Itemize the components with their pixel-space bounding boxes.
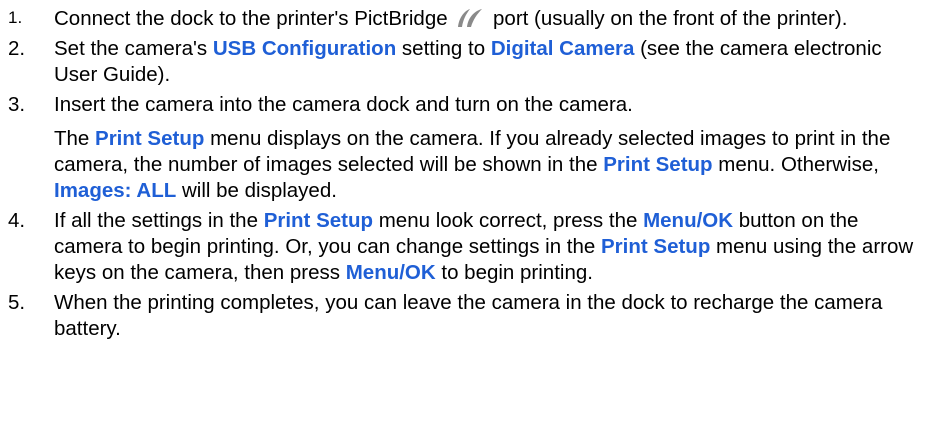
step-2: 2. Set the camera's USB Configuration se…	[8, 36, 915, 88]
step-text-part: setting to	[396, 37, 491, 60]
step-number: 5.	[8, 291, 26, 314]
step-text: If all the settings in the Print Setup m…	[54, 208, 915, 286]
step-text: Insert the camera into the camera dock a…	[54, 92, 915, 204]
print-setup-term: Print Setup	[603, 153, 713, 176]
print-setup-term: Print Setup	[95, 127, 205, 150]
step-text-part: When the printing completes, you can lea…	[54, 291, 883, 340]
step-text-part: to begin printing.	[435, 261, 593, 284]
step-text: Connect the dock to the printer's PictBr…	[54, 6, 915, 32]
step-4: 4. If all the settings in the Print Setu…	[8, 208, 915, 286]
pictbridge-icon	[458, 9, 483, 27]
step-text-part: menu look correct, press the	[373, 209, 644, 232]
instruction-list: 1. Connect the dock to the printer's Pic…	[0, 0, 925, 422]
step-text: Set the camera's USB Configuration setti…	[54, 36, 915, 88]
step-text-part: The	[54, 127, 96, 150]
step-note: The Print Setup menu displays on the cam…	[54, 126, 915, 204]
step-number: 3.	[8, 93, 26, 116]
menu-ok-term: Menu/OK	[345, 261, 436, 284]
step-number: 1.	[8, 8, 23, 27]
step-text-part: port (usually on the front of the printe…	[487, 7, 848, 30]
step-text-part: Set the camera's	[54, 37, 213, 60]
print-setup-term: Print Setup	[601, 235, 711, 258]
step-text-part: menu. Otherwise,	[712, 153, 879, 176]
step-text-part: Connect the dock to the printer's PictBr…	[54, 7, 454, 30]
step-text-part: If all the settings in the	[54, 209, 264, 232]
step-3: 3. Insert the camera into the camera doc…	[8, 92, 915, 204]
digital-camera-term: Digital Camera	[490, 37, 635, 60]
step-5: 5. When the printing completes, you can …	[8, 290, 915, 342]
images-all-term: Images: ALL	[54, 179, 177, 202]
step-text-part: will be displayed.	[176, 179, 337, 202]
step-number: 4.	[8, 209, 26, 232]
print-setup-term: Print Setup	[263, 209, 374, 232]
step-1: 1. Connect the dock to the printer's Pic…	[8, 6, 915, 32]
menu-ok-term: Menu/OK	[643, 209, 734, 232]
usb-configuration-term: USB Configuration	[212, 37, 397, 60]
step-text: When the printing completes, you can lea…	[54, 290, 915, 342]
step-number: 2.	[8, 37, 26, 60]
step-text-part: Insert the camera into the camera dock a…	[54, 93, 633, 116]
